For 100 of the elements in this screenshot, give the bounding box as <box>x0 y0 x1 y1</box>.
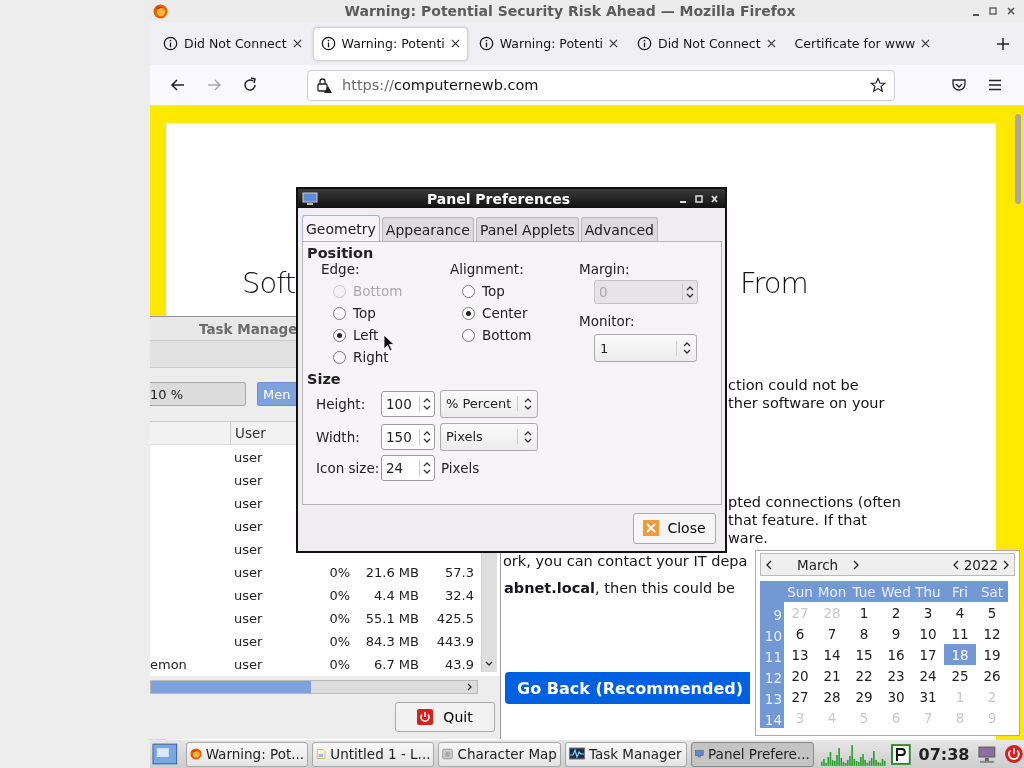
radio-button[interactable] <box>333 328 346 342</box>
calendar-day[interactable]: 1 <box>848 602 880 623</box>
window-title: Panel Preferences <box>425 190 572 207</box>
table-cell: 43.9 <box>445 657 474 672</box>
scrollbar-thumb[interactable] <box>151 681 311 693</box>
calendar-day[interactable]: 25 <box>944 665 976 686</box>
menu-icon[interactable] <box>987 77 1003 93</box>
calendar-day[interactable]: 19 <box>976 644 1008 665</box>
calendar-day[interactable]: 12 <box>976 623 1008 644</box>
close-button[interactable]: Close <box>633 512 716 544</box>
monitor-dropdown[interactable]: 1 <box>594 334 697 362</box>
taskbar-button[interactable]: Character Map <box>438 741 561 767</box>
cpu-graph-icon <box>819 742 887 766</box>
scrollbar-thumb[interactable] <box>1015 114 1021 204</box>
tab[interactable]: Appearance <box>381 217 474 241</box>
calendar-day[interactable]: 21 <box>816 665 848 686</box>
radio-label: Top <box>353 305 376 321</box>
calendar-day[interactable]: 7 <box>816 623 848 644</box>
calendar-day[interactable]: 23 <box>880 665 912 686</box>
calendar-day[interactable]: 17 <box>912 644 944 665</box>
browser-tab[interactable]: Did Not Connect <box>155 26 310 61</box>
calendar-day[interactable]: 6 <box>784 623 816 644</box>
star-icon[interactable] <box>870 77 886 93</box>
info-icon <box>478 36 494 51</box>
browser-tab[interactable]: Did Not Connect <box>629 26 784 61</box>
browser-tab[interactable]: Warning: Potenti <box>312 26 468 61</box>
radio-button[interactable] <box>462 284 475 298</box>
section-heading: Size <box>307 371 342 387</box>
horizontal-scrollbar[interactable] <box>150 680 478 694</box>
lock-warning-icon <box>316 77 332 93</box>
radio-button[interactable] <box>333 350 346 364</box>
radio-button[interactable] <box>333 306 346 320</box>
plus-icon[interactable] <box>996 36 1010 51</box>
quit-button[interactable]: Quit <box>395 702 495 732</box>
clock[interactable]: 07:38 <box>918 744 970 764</box>
table-cell: user <box>234 450 263 465</box>
calendar-day[interactable]: 4 <box>944 602 976 623</box>
calendar-day[interactable]: 9 <box>880 623 912 644</box>
column-header[interactable]: User <box>230 422 290 444</box>
radio-label: Bottom <box>482 327 532 343</box>
taskbar-button[interactable]: Warning: Pot... <box>185 741 309 767</box>
spin-field[interactable]: 150 <box>381 423 435 450</box>
calendar-day[interactable]: 30 <box>880 686 912 707</box>
close-icon[interactable] <box>921 39 931 48</box>
table-cell: emon <box>150 657 187 672</box>
calendar-day[interactable]: 15 <box>848 644 880 665</box>
chevron-right-icon[interactable] <box>852 558 861 571</box>
weekday-label: Fri <box>944 581 976 602</box>
close-icon[interactable] <box>609 39 618 48</box>
taskbar-button[interactable]: Task Manager <box>564 741 688 767</box>
calendar-day[interactable]: 27 <box>784 686 816 707</box>
unit-dropdown[interactable]: % Percent <box>440 389 538 418</box>
calendar-day[interactable]: 8 <box>848 623 880 644</box>
go-back-button[interactable]: Go Back (Recommended) <box>505 672 750 704</box>
taskbar-button[interactable]: Panel Prefere... <box>691 741 814 767</box>
tab[interactable]: Advanced <box>580 217 658 241</box>
calendar-day[interactable]: 22 <box>848 665 880 686</box>
calendar-day[interactable]: 3 <box>912 602 944 623</box>
calendar-day[interactable]: 28 <box>816 686 848 707</box>
window-controls-icon[interactable] <box>679 193 719 204</box>
calendar-day[interactable]: 26 <box>976 665 1008 686</box>
taskbar-button[interactable]: Untitled 1 - L... <box>312 741 435 767</box>
back-arrow-icon[interactable] <box>170 77 186 93</box>
chevron-left-icon[interactable] <box>951 558 960 571</box>
calendar-day[interactable]: 24 <box>912 665 944 686</box>
unit-dropdown[interactable]: Pixels <box>440 422 538 451</box>
weekday-label: Thu <box>912 581 944 602</box>
week-number: 14 <box>760 707 784 728</box>
address-bar[interactable]: https://computernewb.com <box>307 69 895 101</box>
chevron-left-icon[interactable] <box>765 558 773 571</box>
calendar-day[interactable]: 31 <box>912 686 944 707</box>
close-icon[interactable] <box>292 39 302 48</box>
close-icon[interactable] <box>450 39 460 48</box>
field-label: Edge: <box>321 261 360 279</box>
paragraph-text: ork, you can contact your IT depa <box>503 553 748 569</box>
spin-field[interactable]: 100 <box>381 390 435 417</box>
window-title: Warning: Potential Security Risk Ahead — Mozilla Firefox <box>343 3 797 19</box>
reload-icon[interactable] <box>242 77 258 93</box>
radio-button[interactable] <box>462 328 475 342</box>
chevron-right-icon[interactable] <box>1002 558 1010 571</box>
calendar-day[interactable]: 16 <box>880 644 912 665</box>
tab[interactable]: Panel Applets <box>475 217 579 241</box>
radio-button[interactable] <box>462 306 475 320</box>
calendar-day[interactable]: 2 <box>880 602 912 623</box>
browser-tab[interactable]: Certificate for www <box>786 26 939 61</box>
calendar-day[interactable]: 20 <box>784 665 816 686</box>
calendar-day[interactable]: 13 <box>784 644 816 665</box>
calendar-day[interactable]: 5 <box>976 602 1008 623</box>
calendar-day[interactable]: 11 <box>944 623 976 644</box>
calendar-day[interactable]: 29 <box>848 686 880 707</box>
browser-tab[interactable]: Warning: Potenti <box>470 26 626 61</box>
close-icon[interactable] <box>766 39 776 48</box>
power-icon[interactable] <box>1004 744 1024 764</box>
desktop-icon[interactable] <box>152 743 178 765</box>
tab[interactable]: Geometry <box>302 215 380 241</box>
calendar-day[interactable]: 14 <box>816 644 848 665</box>
calendar-day[interactable]: 10 <box>912 623 944 644</box>
month-label: March <box>797 556 839 573</box>
spin-field[interactable]: 24 <box>381 455 435 481</box>
window-controls-icon[interactable] <box>972 5 1018 17</box>
